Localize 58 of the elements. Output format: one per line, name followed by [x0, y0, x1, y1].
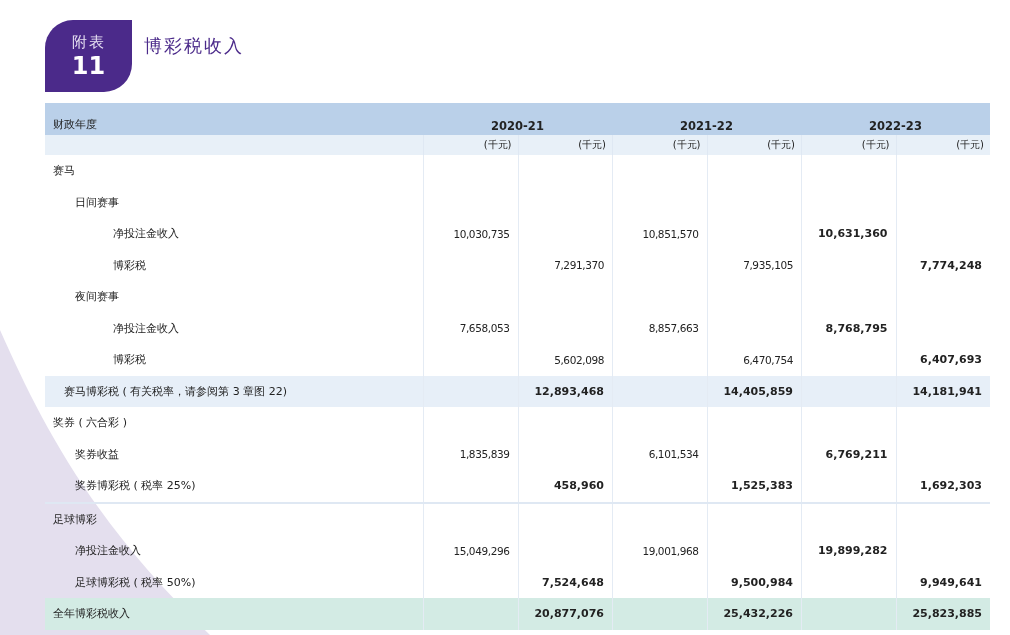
row-label: 足球博彩	[53, 511, 97, 527]
table-cell: 6,769,211	[825, 447, 888, 461]
row-label: 奖券收益	[75, 446, 119, 462]
row-label: 净投注金收入	[75, 543, 141, 559]
table-cell: 15,049,296	[453, 544, 510, 557]
table-cell: 19,001,968	[642, 544, 699, 557]
unit-label: (千元)	[767, 138, 795, 152]
row-label: 足球博彩税 ( 税率 50%)	[75, 574, 196, 590]
year-header: 2020-21	[491, 119, 544, 133]
table-cell: 8,768,795	[825, 321, 888, 335]
table-cell: 19,899,282	[817, 544, 888, 558]
table-cell: 1,525,383	[731, 479, 793, 493]
row-label: 奖券博彩税 ( 税率 25%)	[75, 478, 196, 494]
table-cell: 25,432,226	[723, 607, 793, 621]
table-cell: 6,470,754	[743, 353, 793, 366]
table-cell: 1,692,303	[920, 479, 982, 493]
badge-label: 附表	[71, 32, 106, 52]
table-cell: 10,030,735	[453, 227, 510, 240]
table-cell: 6,407,693	[920, 353, 982, 367]
unit-label: (千元)	[861, 138, 890, 152]
column-header: 财政年度	[53, 117, 97, 132]
unit-label: (千元)	[578, 138, 606, 152]
table-cell: 5,602,098	[554, 353, 604, 366]
unit-label: (千元)	[956, 138, 984, 152]
row-label: 全年博彩税收入	[53, 606, 130, 622]
table-cell: 10,851,570	[642, 227, 699, 240]
table-cell: 7,291,370	[554, 259, 604, 272]
unit-label: (千元)	[672, 138, 701, 152]
row-label: 净投注金收入	[113, 226, 179, 242]
row-label: 赛马博彩税 ( 有关税率，请参阅第 3 章图 22)	[64, 383, 288, 399]
row-label: 博彩税	[113, 257, 146, 273]
year-header: 2021-22	[680, 119, 733, 133]
table-cell: 25,823,885	[912, 607, 982, 621]
row-label: 夜间赛事	[75, 289, 119, 305]
table-cell: 7,524,648	[542, 575, 604, 589]
table-cell: 7,935,105	[743, 259, 793, 272]
table-cell: 14,181,941	[912, 384, 982, 398]
table-cell: 8,857,663	[648, 322, 699, 335]
row-label: 奖券 ( 六合彩 )	[53, 415, 128, 431]
unit-label: (千元)	[483, 138, 512, 152]
table-cell: 12,893,468	[534, 384, 604, 398]
table-cell: 14,405,859	[723, 384, 793, 398]
year-header: 2022-23	[869, 119, 922, 133]
table-cell: 6,101,534	[648, 448, 699, 461]
row-label: 博彩税	[113, 352, 146, 368]
row-label: 赛马	[53, 163, 75, 179]
table-cell: 7,658,053	[459, 322, 510, 335]
table-cell: 9,500,984	[731, 575, 793, 589]
table-cell: 10,631,360	[817, 227, 888, 241]
table-cell: 7,774,248	[920, 258, 982, 272]
table-cell: 20,877,076	[534, 607, 604, 621]
badge-number: 11	[71, 51, 106, 80]
table-cell: 1,835,839	[459, 448, 510, 461]
row-label: 净投注金收入	[113, 320, 179, 336]
table-cell: 9,949,641	[920, 575, 982, 589]
page-title: 博彩税收入	[144, 34, 244, 58]
row-label: 日间赛事	[75, 194, 119, 210]
table-cell: 458,960	[553, 479, 604, 493]
